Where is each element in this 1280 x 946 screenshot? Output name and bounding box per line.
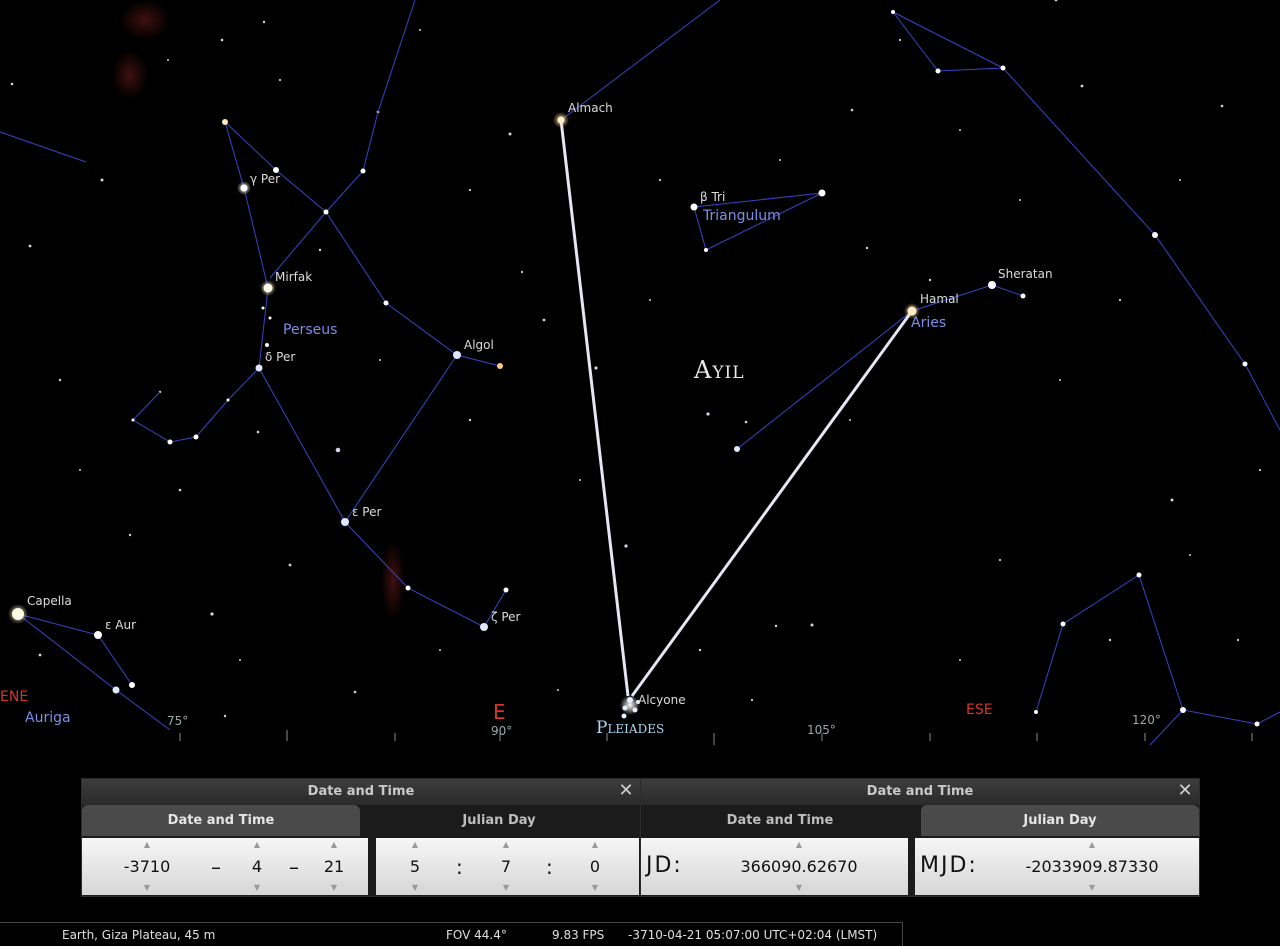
star-label-mirfak: Mirfak <box>275 270 313 284</box>
constellation-name-aries: Aries <box>911 315 947 331</box>
star-label-hamal: Hamal <box>920 292 959 306</box>
star-label-gamma-per: γ Per <box>250 172 281 186</box>
star-label-beta-tri: β Tri <box>700 190 726 204</box>
azimuth-90: 90° <box>491 724 513 738</box>
decrement-icon[interactable]: ▼ <box>578 884 612 892</box>
decrement-icon[interactable]: ▼ <box>240 884 274 892</box>
date-separator: – <box>289 855 299 879</box>
star-label-epsilon-per: ε Per <box>352 505 382 519</box>
decrement-icon[interactable]: ▼ <box>398 884 432 892</box>
second-value[interactable]: 0 <box>578 857 612 877</box>
increment-icon[interactable]: ▲ <box>578 841 612 849</box>
mjd-value[interactable]: -2033909.87330 <box>1007 857 1177 877</box>
star-label-capella: Capella <box>27 594 72 608</box>
azimuth-120: 120° <box>1132 713 1161 727</box>
close-icon[interactable]: ✕ <box>618 782 634 800</box>
day-spinner[interactable]: ▲ 21 ▼ <box>317 838 351 895</box>
tab-date-and-time[interactable]: Date and Time <box>82 805 360 836</box>
jd-field: JD: ▲ 366090.62670 ▼ <box>641 838 908 895</box>
year-value[interactable]: -3710 <box>104 857 190 877</box>
jd-value[interactable]: 366090.62670 <box>719 857 879 877</box>
time-separator: : <box>546 855 553 879</box>
mjd-spinner[interactable]: ▲ -2033909.87330 ▼ <box>1007 838 1177 895</box>
decrement-icon[interactable]: ▼ <box>317 884 351 892</box>
time-field: ▲ 5 ▼ : ▲ 7 ▼ : ▲ 0 ▼ <box>376 838 639 895</box>
decrement-icon[interactable]: ▼ <box>719 884 879 892</box>
tab-date-and-time[interactable]: Date and Time <box>641 805 919 836</box>
jd-spinner[interactable]: ▲ 366090.62670 ▼ <box>719 838 879 895</box>
date-time-dialog-left: Date and Time ✕ Date and Time Julian Day… <box>81 778 641 897</box>
cluster-name-pleiades: Pleiades <box>596 718 665 738</box>
increment-icon[interactable]: ▲ <box>240 841 274 849</box>
compass-ese: ESE <box>966 702 993 718</box>
jd-label: JD: <box>646 853 683 878</box>
tab-julian-day[interactable]: Julian Day <box>921 805 1199 836</box>
time-separator: : <box>456 855 463 879</box>
constellation-name-triangulum: Triangulum <box>703 208 781 224</box>
increment-icon[interactable]: ▲ <box>317 841 351 849</box>
close-icon[interactable]: ✕ <box>1177 782 1193 800</box>
nebula <box>381 540 405 620</box>
month-value[interactable]: 4 <box>240 857 274 877</box>
increment-icon[interactable]: ▲ <box>1007 841 1177 849</box>
azimuth-75: 75° <box>167 714 189 728</box>
datetime-text: -3710-04-21 05:07:00 UTC+02:04 (LMST) <box>628 928 878 942</box>
nebula <box>112 50 148 100</box>
star-label-epsilon-aur: ε Aur <box>105 618 137 632</box>
hour-value[interactable]: 5 <box>398 857 432 877</box>
increment-icon[interactable]: ▲ <box>719 841 879 849</box>
nebula <box>120 0 170 40</box>
second-spinner[interactable]: ▲ 0 ▼ <box>578 838 612 895</box>
decrement-icon[interactable]: ▼ <box>489 884 523 892</box>
azimuth-105: 105° <box>807 723 836 737</box>
date-time-dialog-right: Date and Time ✕ Date and Time Julian Day… <box>640 778 1200 897</box>
star-label-delta-per: δ Per <box>265 350 296 364</box>
day-value[interactable]: 21 <box>317 857 351 877</box>
star-label-algol: Algol <box>464 338 494 352</box>
year-spinner[interactable]: ▲ -3710 ▼ <box>104 838 190 895</box>
minute-value[interactable]: 7 <box>489 857 523 877</box>
fov-text: FOV 44.4° <box>446 928 507 942</box>
asterism-name: Ayil <box>694 356 745 384</box>
increment-icon[interactable]: ▲ <box>489 841 523 849</box>
compass-ene: ENE <box>0 689 29 705</box>
location-text: Earth, Giza Plateau, 45 m <box>62 928 216 942</box>
compass-e: E <box>493 700 506 724</box>
star-label-almach: Almach <box>568 101 613 115</box>
status-bar: Earth, Giza Plateau, 45 m FOV 44.4° 9.83… <box>0 922 903 946</box>
constellation-name-perseus: Perseus <box>283 322 338 338</box>
sky-view[interactable]: Almach β Tri γ Per Mirfak Algol δ Per ε … <box>0 0 1280 746</box>
date-separator: – <box>211 855 221 879</box>
star-label-alcyone: Alcyone <box>638 693 686 707</box>
decrement-icon[interactable]: ▼ <box>104 884 190 892</box>
increment-icon[interactable]: ▲ <box>398 841 432 849</box>
star-map[interactable] <box>0 0 1280 746</box>
decrement-icon[interactable]: ▼ <box>1007 884 1177 892</box>
increment-icon[interactable]: ▲ <box>104 841 190 849</box>
fps-text: 9.83 FPS <box>552 928 605 942</box>
tab-julian-day[interactable]: Julian Day <box>374 805 624 836</box>
mjd-label: MJD: <box>920 853 978 878</box>
star-label-zeta-per: ζ Per <box>491 610 521 624</box>
month-spinner[interactable]: ▲ 4 ▼ <box>240 838 274 895</box>
date-field: ▲ -3710 ▼ – ▲ 4 ▼ – ▲ 21 ▼ <box>82 838 368 895</box>
hour-spinner[interactable]: ▲ 5 ▼ <box>398 838 432 895</box>
constellation-name-auriga: Auriga <box>25 710 71 726</box>
dialog-title[interactable]: Date and Time <box>82 779 640 805</box>
dialog-title[interactable]: Date and Time <box>641 779 1199 805</box>
minute-spinner[interactable]: ▲ 7 ▼ <box>489 838 523 895</box>
mjd-field: MJD: ▲ -2033909.87330 ▼ <box>915 838 1199 895</box>
star-label-sheratan: Sheratan <box>998 267 1053 281</box>
